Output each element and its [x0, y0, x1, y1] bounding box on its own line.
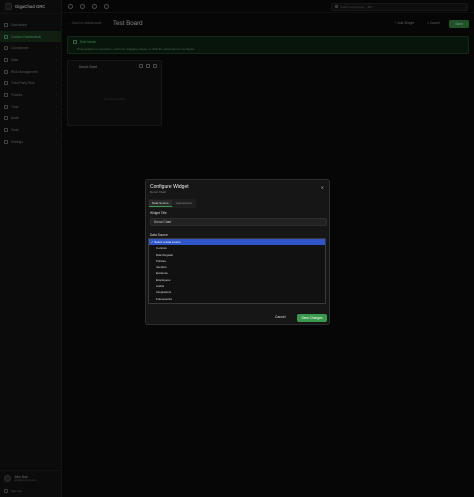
close-icon[interactable]: ✕ — [321, 185, 324, 190]
dropdown-option-label: Vendors — [156, 265, 167, 270]
dropdown-option-label: Select a data source — [154, 240, 181, 244]
dropdown-option-label: Audits — [156, 284, 165, 289]
save-changes-button[interactable]: Save Changes — [297, 313, 327, 322]
data-source-dropdown[interactable]: ✓ Select a data source Controls Risk Regis… — [148, 238, 326, 304]
dropdown-option-label: Controls — [156, 246, 167, 251]
dropdown-option[interactable]: Frameworks — [149, 296, 325, 302]
dropdown-option-label: Employees — [156, 277, 171, 282]
save-changes-label: Save Changes — [301, 315, 323, 320]
cancel-button[interactable]: Cancel — [275, 315, 286, 319]
dropdown-option-label: Policies — [156, 258, 166, 263]
tab-data-source[interactable]: Data Source — [149, 200, 172, 208]
widget-title-value: Donut Chart — [154, 220, 172, 224]
dropdown-option-label: Risk Register — [156, 252, 174, 257]
dropdown-option-label: Frameworks — [156, 296, 172, 301]
widget-title-label: Widget Title — [150, 211, 167, 215]
dropdown-option-label: Evidence — [156, 271, 168, 276]
dialog-subtitle: Donut Chart — [150, 189, 167, 194]
tab-appearance[interactable]: Appearance — [173, 200, 195, 207]
dialog-tabs: Data Source Appearance — [148, 199, 196, 209]
data-source-label: Data Source — [150, 233, 168, 237]
widget-title-field[interactable]: Donut Chart — [150, 218, 327, 226]
dropdown-option-label: Integrations — [156, 290, 172, 295]
